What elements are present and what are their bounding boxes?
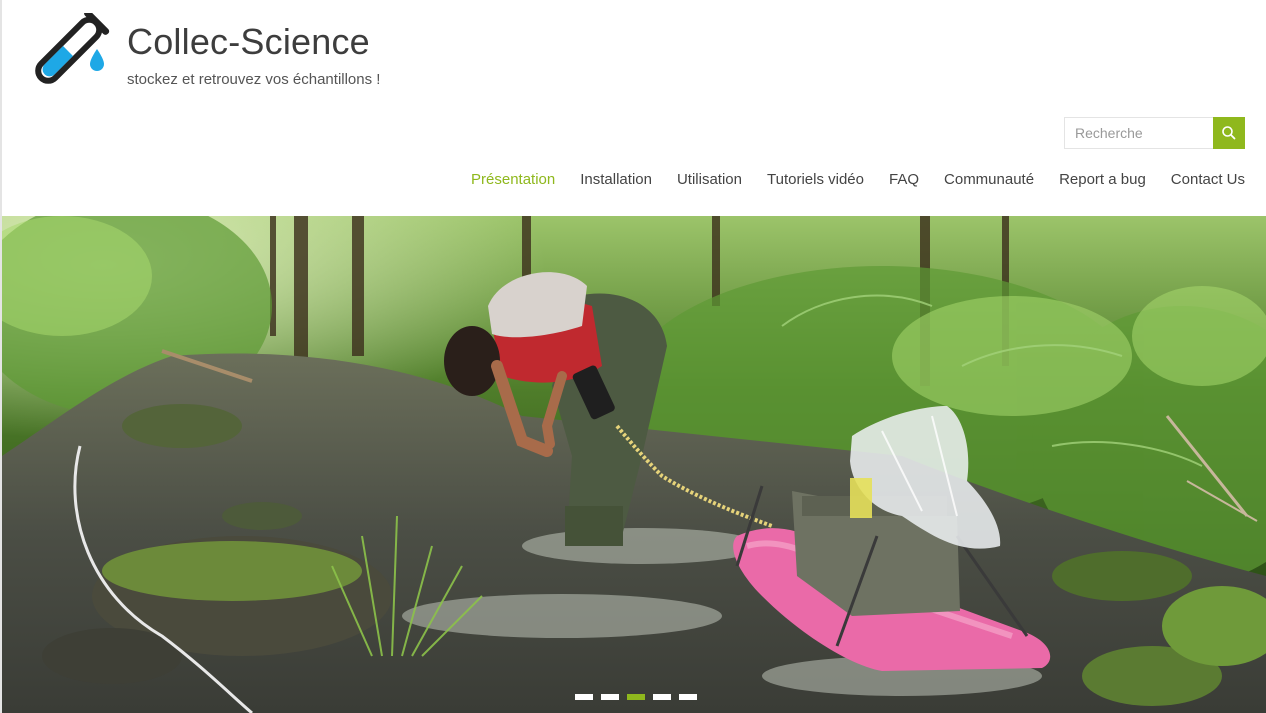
search-input[interactable]	[1064, 117, 1213, 149]
slider-dot-4[interactable]	[653, 694, 671, 700]
nav-item-installation[interactable]: Installation	[580, 171, 652, 189]
nav-item-faq[interactable]: FAQ	[889, 171, 919, 189]
search-form	[1064, 117, 1245, 149]
nav-item-presentation[interactable]: Présentation	[471, 171, 555, 189]
site-logo[interactable]	[24, 9, 112, 91]
main-nav: Présentation Installation Utilisation Tu…	[446, 171, 1245, 189]
nav-item-report-a-bug[interactable]: Report a bug	[1059, 171, 1146, 189]
site-tagline: stockez et retrouvez vos échantillons !	[127, 71, 381, 88]
slider-dot-2[interactable]	[601, 694, 619, 700]
search-button[interactable]	[1213, 117, 1245, 149]
nav-item-utilisation[interactable]: Utilisation	[677, 171, 742, 189]
site-title[interactable]: Collec-Science	[127, 20, 370, 64]
nav-item-tutoriels-video[interactable]: Tutoriels vidéo	[767, 171, 864, 189]
nav-item-contact-us[interactable]: Contact Us	[1171, 171, 1245, 189]
slider-dot-5[interactable]	[679, 694, 697, 700]
test-tube-icon	[35, 9, 110, 84]
search-icon	[1222, 126, 1236, 140]
slider-pagination	[575, 694, 697, 700]
field-sampling-photo	[2, 216, 1266, 713]
slider-dot-3[interactable]	[627, 694, 645, 700]
slider-dot-1[interactable]	[575, 694, 593, 700]
hero-slider[interactable]	[2, 216, 1266, 713]
nav-item-communaute[interactable]: Communauté	[944, 171, 1034, 189]
